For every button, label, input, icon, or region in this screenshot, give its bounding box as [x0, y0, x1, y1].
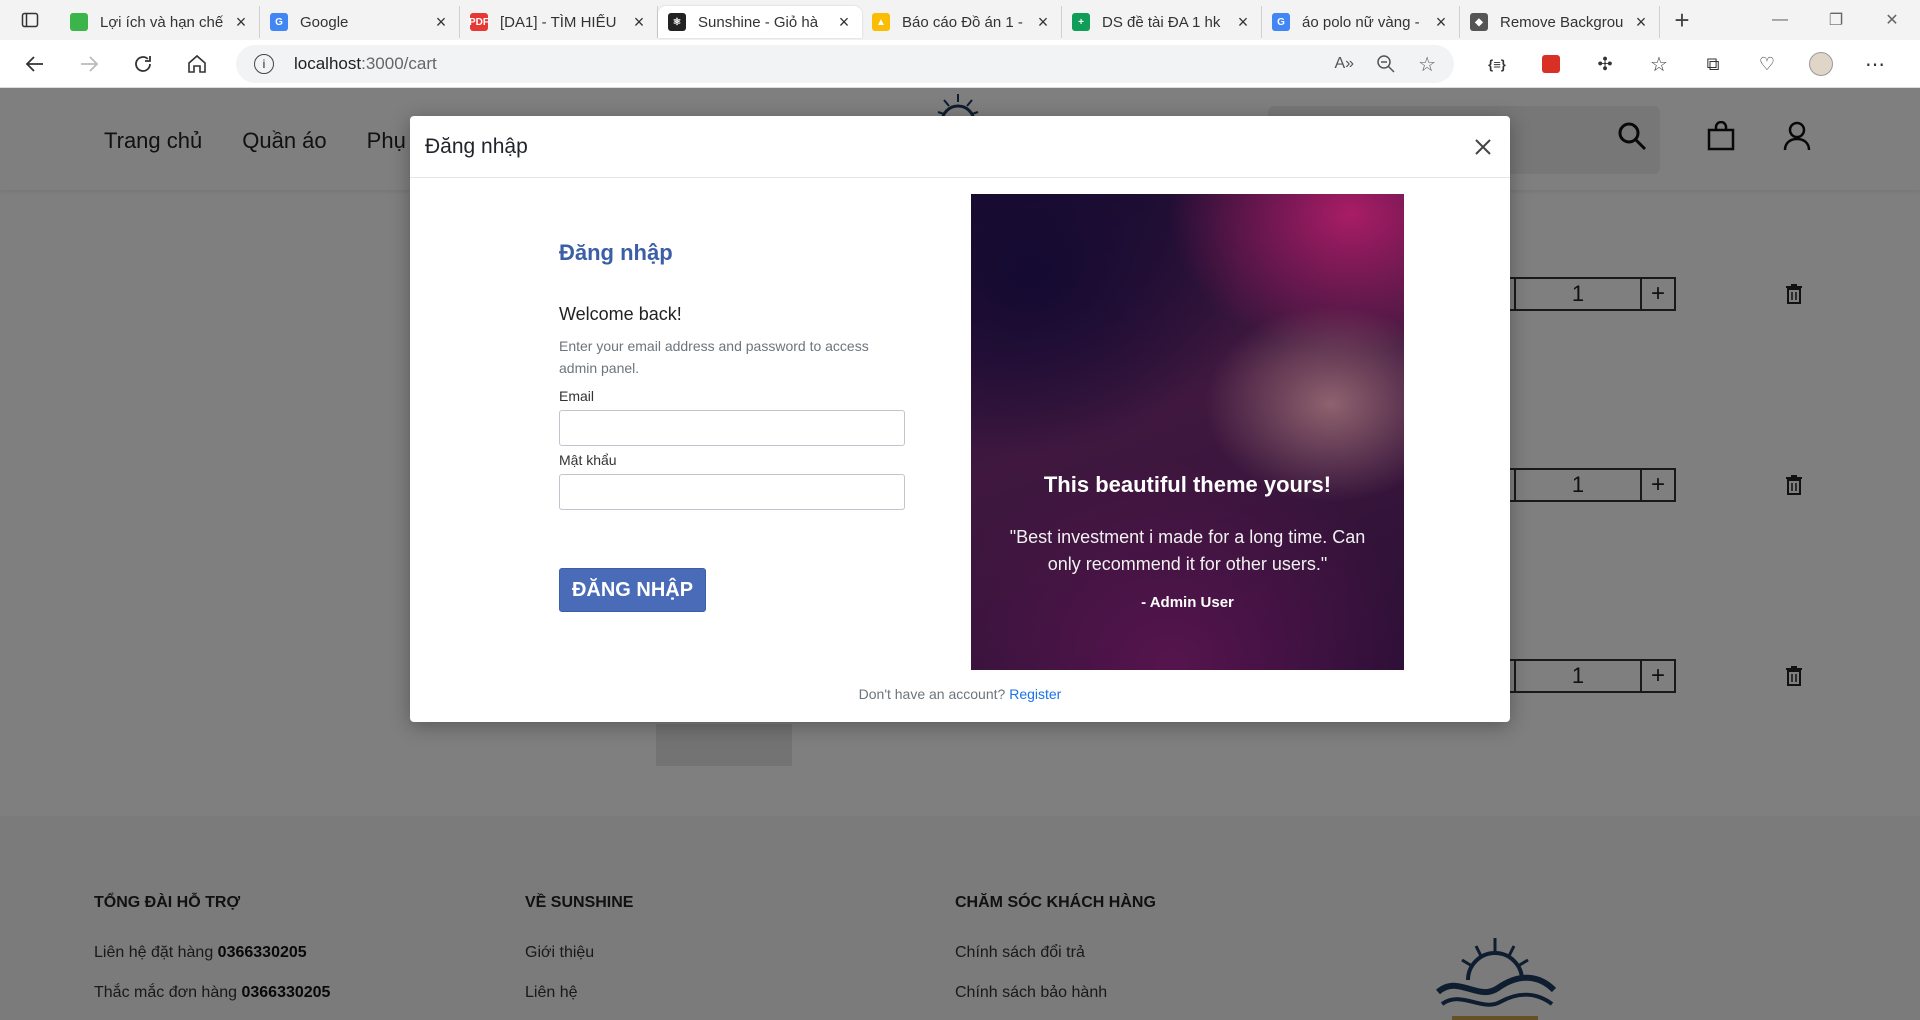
tab-close-icon[interactable]: ×: [1633, 12, 1649, 32]
browser-tab-active[interactable]: ⚛ Sunshine - Giỏ hà ×: [658, 6, 862, 38]
minimize-icon: —: [1772, 11, 1788, 28]
tab-favicon-icon: [70, 13, 88, 31]
refresh-button[interactable]: [116, 40, 170, 88]
window-controls: — ❐ ✕: [1752, 0, 1920, 40]
browser-tab[interactable]: G áo polo nữ vàng - ×: [1262, 6, 1460, 38]
tab-favicon-icon: ⚛: [668, 13, 686, 31]
close-icon: [1475, 139, 1491, 155]
tab-close-icon[interactable]: ×: [836, 12, 852, 32]
register-prompt: Don't have an account? Register: [410, 686, 1510, 702]
register-link[interactable]: Register: [1009, 686, 1061, 702]
promo-quote: "Best investment i made for a long time.…: [1009, 527, 1366, 574]
browser-essentials-button[interactable]: ♡: [1740, 40, 1794, 88]
tab-title: Báo cáo Đồ án 1 -: [902, 13, 1023, 31]
favorites-icon: ☆: [1650, 53, 1668, 76]
extensions-button[interactable]: ✣: [1578, 40, 1632, 88]
form-heading: Đăng nhập: [559, 240, 673, 265]
tab-title: Lợi ích và hạn chế: [100, 13, 224, 31]
close-window-button[interactable]: ✕: [1864, 0, 1920, 40]
email-label: Email: [559, 388, 595, 404]
restore-icon: ❐: [1828, 12, 1844, 29]
plus-icon: +: [1674, 4, 1690, 35]
login-submit-button[interactable]: ĐĂNG NHẬP: [559, 568, 706, 612]
close-icon: ✕: [1885, 12, 1899, 29]
back-button[interactable]: [8, 40, 62, 88]
tab-close-icon[interactable]: ×: [1433, 12, 1449, 32]
browser-tab[interactable]: PDF [DA1] - TÌM HIỂU ×: [460, 6, 658, 38]
home-button[interactable]: [170, 40, 224, 88]
browser-toolbar: i localhost:3000/cart A» ☆ {≡} ✣ ☆ ⧉ ♡ ⋯: [0, 40, 1920, 88]
tab-close-icon[interactable]: ×: [1235, 12, 1251, 32]
favorites-button[interactable]: ☆: [1632, 40, 1686, 88]
tab-favicon-icon: G: [270, 13, 288, 31]
browser-tab[interactable]: G Google ×: [260, 6, 460, 38]
tab-title: Google: [300, 13, 349, 31]
address-bar[interactable]: i localhost:3000/cart A» ☆: [236, 45, 1454, 83]
url-host: localhost: [294, 54, 362, 73]
tab-close-icon[interactable]: ×: [233, 12, 249, 32]
back-arrow-icon: [25, 55, 43, 72]
tab-actions-icon: [21, 12, 39, 28]
forward-button[interactable]: [62, 40, 116, 88]
site-info-icon[interactable]: i: [254, 54, 274, 74]
tab-favicon-icon: ◆: [1470, 13, 1488, 31]
address-bar-actions: A» ☆: [1334, 45, 1436, 83]
more-dots-icon: ⋯: [1865, 53, 1885, 76]
tab-title: Remove Backgrou: [1500, 13, 1624, 31]
tab-favicon-icon: +: [1072, 13, 1090, 31]
email-field[interactable]: [559, 410, 905, 446]
register-prompt-text: Don't have an account?: [858, 686, 1010, 702]
modal-header: Đăng nhập: [410, 116, 1510, 178]
tab-title: DS đề tài ĐA 1 hk: [1102, 13, 1221, 31]
settings-more-button[interactable]: ⋯: [1848, 40, 1902, 88]
tab-close-icon[interactable]: ×: [631, 12, 647, 32]
extensions-area: {≡} ✣ ☆ ⧉ ♡ ⋯: [1470, 40, 1902, 88]
browser-tab[interactable]: ◆ Remove Backgrou ×: [1460, 6, 1660, 38]
password-field[interactable]: [559, 474, 905, 510]
tab-title: Sunshine - Giỏ hà: [698, 13, 819, 31]
tab-close-icon[interactable]: ×: [1035, 12, 1051, 32]
welcome-text: Welcome back!: [559, 304, 682, 324]
tab-favicon-icon: G: [1272, 13, 1290, 31]
browser-tab[interactable]: + DS đề tài ĐA 1 hk ×: [1062, 6, 1262, 38]
add-favorite-icon[interactable]: ☆: [1418, 52, 1436, 77]
heart-shield-icon: ♡: [1758, 53, 1776, 74]
collections-button[interactable]: ⧉: [1686, 40, 1740, 88]
browser-tab-bar: Lợi ích và hạn chế × G Google × PDF [DA1…: [0, 0, 1920, 40]
puzzle-icon: ✣: [1597, 53, 1613, 74]
read-aloud-icon[interactable]: A»: [1334, 55, 1354, 73]
zoom-out-icon[interactable]: [1376, 54, 1396, 74]
forward-arrow-icon: [81, 55, 99, 72]
modal-title: Đăng nhập: [425, 134, 528, 158]
restore-button[interactable]: ❐: [1808, 0, 1864, 40]
url-path: :3000/cart: [361, 54, 437, 73]
promo-author: - Admin User: [1141, 594, 1234, 611]
profile-avatar-icon: [1809, 52, 1833, 76]
login-form: Đăng nhập Welcome back! Enter your email…: [559, 240, 905, 379]
login-modal: Đăng nhập Đăng nhập Welcome back! Enter …: [410, 116, 1510, 722]
home-icon: [188, 54, 206, 73]
promo-panel: This beautiful theme yours! "Best invest…: [971, 194, 1404, 670]
json-icon: {≡}: [1488, 56, 1506, 72]
extension-red[interactable]: [1524, 40, 1578, 88]
json-viewer-extension[interactable]: {≡}: [1470, 40, 1524, 88]
tab-favicon-icon: PDF: [469, 13, 489, 31]
modal-close-button[interactable]: [1470, 134, 1496, 160]
tab-title: [DA1] - TÌM HIỂU: [500, 13, 617, 31]
new-tab-button[interactable]: +: [1660, 0, 1704, 40]
browser-tab[interactable]: Lợi ích và hạn chế ×: [60, 6, 260, 38]
extension-red-icon: [1542, 55, 1560, 73]
login-description: Enter your email address and password to…: [559, 338, 869, 376]
tab-title: áo polo nữ vàng -: [1302, 13, 1420, 31]
refresh-icon: [135, 55, 151, 72]
tab-actions-button[interactable]: [0, 0, 60, 40]
tab-close-icon[interactable]: ×: [433, 12, 449, 32]
password-label: Mật khẩu: [559, 452, 617, 468]
browser-tab[interactable]: ▲ Báo cáo Đồ án 1 - ×: [862, 6, 1062, 38]
collections-icon: ⧉: [1706, 53, 1720, 74]
minimize-button[interactable]: —: [1752, 0, 1808, 40]
tab-favicon-icon: ▲: [872, 13, 890, 31]
promo-title: This beautiful theme yours!: [1043, 472, 1332, 497]
profile-button[interactable]: [1794, 40, 1848, 88]
